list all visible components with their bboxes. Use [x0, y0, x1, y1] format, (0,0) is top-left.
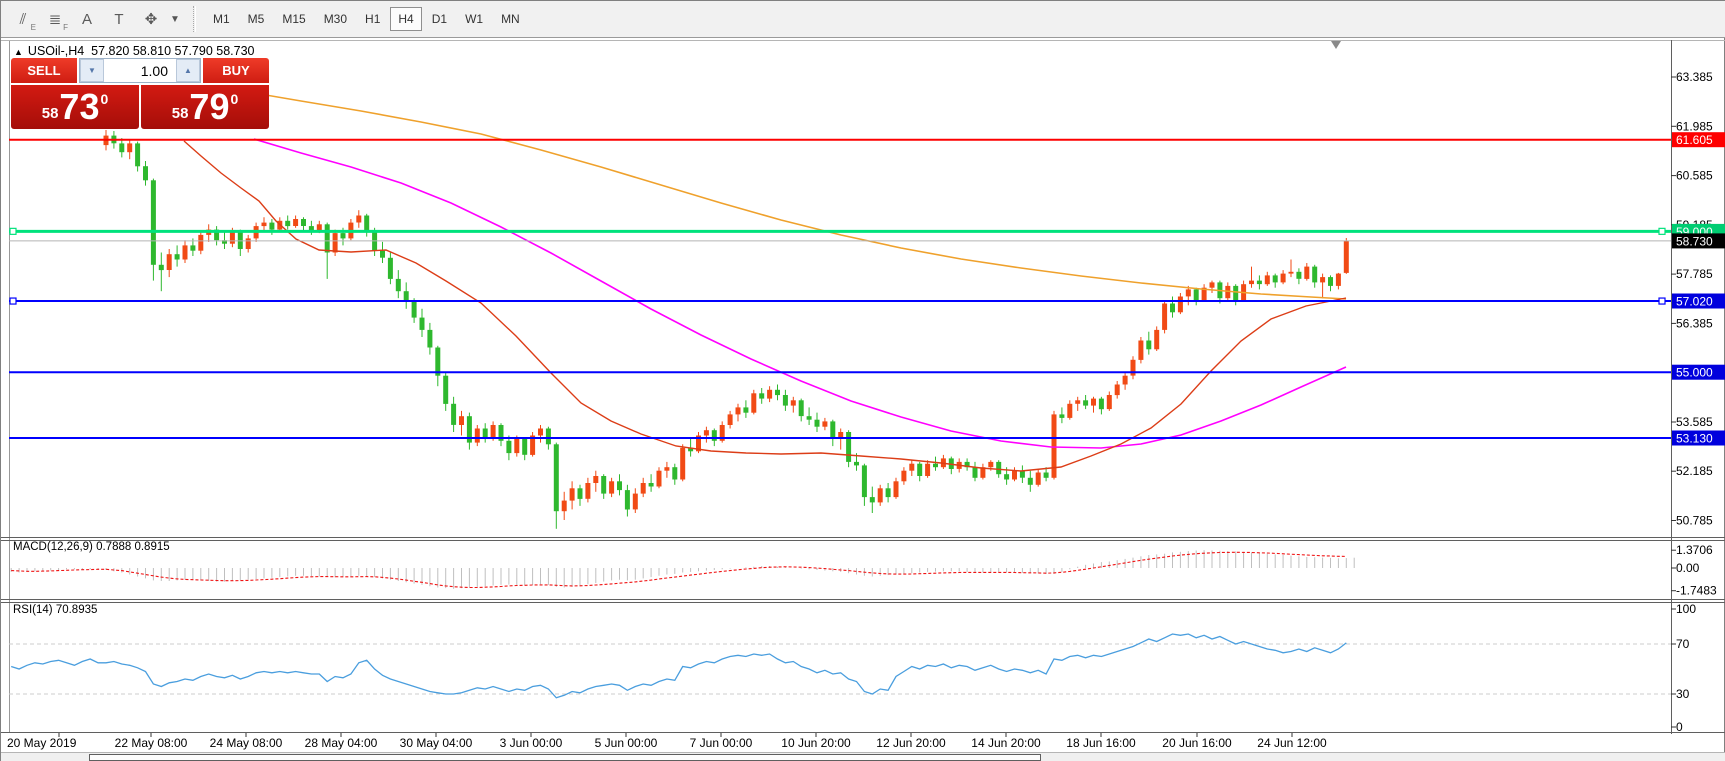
scrollbar-thumb[interactable] [89, 754, 1041, 761]
date-tick-label: 14 Jun 20:00 [971, 736, 1041, 750]
volume-decrease-icon[interactable]: ▼ [80, 59, 104, 82]
sell-price-prefix: 58 [42, 105, 59, 122]
rsi-label: RSI(14) 70.8935 [13, 604, 97, 616]
date-tick-label: 3 Jun 00:00 [500, 736, 563, 750]
macd-label: MACD(12,26,9) 0.7888 0.8915 [13, 541, 170, 553]
date-tick-label: 7 Jun 00:00 [690, 736, 753, 750]
date-tick-label: 10 Jun 20:00 [781, 736, 851, 750]
price-tick-label: 60.585 [1676, 169, 1713, 183]
price-tick-label: 63.385 [1676, 70, 1713, 84]
volume-input[interactable] [104, 59, 176, 82]
price-tick-label: 56.385 [1676, 316, 1713, 330]
sell-button[interactable]: SELL [11, 58, 77, 83]
buy-price-button[interactable]: 58 79 0 [141, 85, 269, 129]
buy-price-main: 79 [189, 89, 229, 125]
volume-increase-icon[interactable]: ▲ [176, 59, 200, 82]
buy-price-sup: 0 [230, 91, 238, 107]
macd-layer: 1.3706 0.00 -1.7483 [11, 543, 1717, 598]
date-tick-label: 20 May 2019 [7, 736, 77, 750]
chart-ohlc-values: 57.820 58.810 57.790 58.730 [91, 44, 254, 58]
date-tick-label: 12 Jun 20:00 [876, 736, 946, 750]
ma-lines-layer [184, 93, 1346, 471]
candles-layer [104, 130, 1349, 529]
date-tick-label: 22 May 08:00 [115, 736, 188, 750]
trading-platform-window: ⫽E≣FAT✥▼ M1M5M15M30H1H4D1W1MN ▲USOil-,H4… [0, 0, 1725, 761]
date-tick-label: 18 Jun 16:00 [1066, 736, 1136, 750]
svg-text:57.020: 57.020 [1676, 295, 1713, 309]
time-axis-layer: 20 May 2019 22 May 08:00 24 May 08:00 28 Ma… [7, 733, 1327, 750]
chart-symbol-period: USOil-,H4 [28, 44, 84, 58]
chart-title: ▲ USOil-,H4 57.820 58.810 57.790 58.730 [14, 44, 255, 58]
buy-button[interactable]: BUY [203, 58, 269, 83]
price-axis-layer: 63.38561.98560.58559.18557.78556.38553.5… [1671, 70, 1725, 528]
price-tick-label: 50.785 [1676, 514, 1713, 528]
svg-text:55.000: 55.000 [1676, 366, 1713, 380]
date-tick-label: 24 May 08:00 [210, 736, 283, 750]
chart-collapse-icon[interactable]: ▲ [14, 47, 23, 57]
sell-price-button[interactable]: 58 73 0 [11, 85, 139, 129]
price-tick-label: 57.785 [1676, 267, 1713, 281]
rsi-scale-label: 70 [1676, 637, 1690, 651]
price-tick-label: 53.585 [1676, 415, 1713, 429]
frame-layer [1, 40, 1725, 734]
one-click-trade-panel: SELL ▼ ▲ BUY 58 73 0 58 79 0 [11, 58, 269, 129]
rsi-layer: 100 70 30 0 [9, 602, 1696, 734]
price-tick-label: 61.985 [1676, 119, 1713, 133]
horizontal-scrollbar [1, 752, 1725, 761]
date-tick-label: 30 May 04:00 [400, 736, 473, 750]
macd-scale-label: 1.3706 [1676, 543, 1713, 557]
volume-stepper: ▼ ▲ [79, 58, 201, 83]
buy-price-prefix: 58 [172, 105, 189, 122]
rsi-scale-label: 100 [1676, 602, 1696, 616]
macd-scale-label: -1.7483 [1676, 584, 1717, 598]
svg-text:53.130: 53.130 [1676, 432, 1713, 446]
date-tick-label: 28 May 04:00 [305, 736, 378, 750]
sell-price-main: 73 [59, 89, 99, 125]
price-tick-label: 52.185 [1676, 464, 1713, 478]
date-tick-label: 20 Jun 16:00 [1162, 736, 1232, 750]
sell-price-sup: 0 [100, 91, 108, 107]
chart-shift-marker [1331, 41, 1341, 49]
rsi-scale-label: 0 [1676, 720, 1683, 734]
date-tick-label: 5 Jun 00:00 [595, 736, 658, 750]
date-tick-label: 24 Jun 12:00 [1257, 736, 1327, 750]
rsi-scale-label: 30 [1676, 687, 1690, 701]
svg-text:61.605: 61.605 [1676, 133, 1713, 147]
svg-text:58.730: 58.730 [1676, 234, 1713, 248]
macd-scale-label: 0.00 [1676, 561, 1700, 575]
